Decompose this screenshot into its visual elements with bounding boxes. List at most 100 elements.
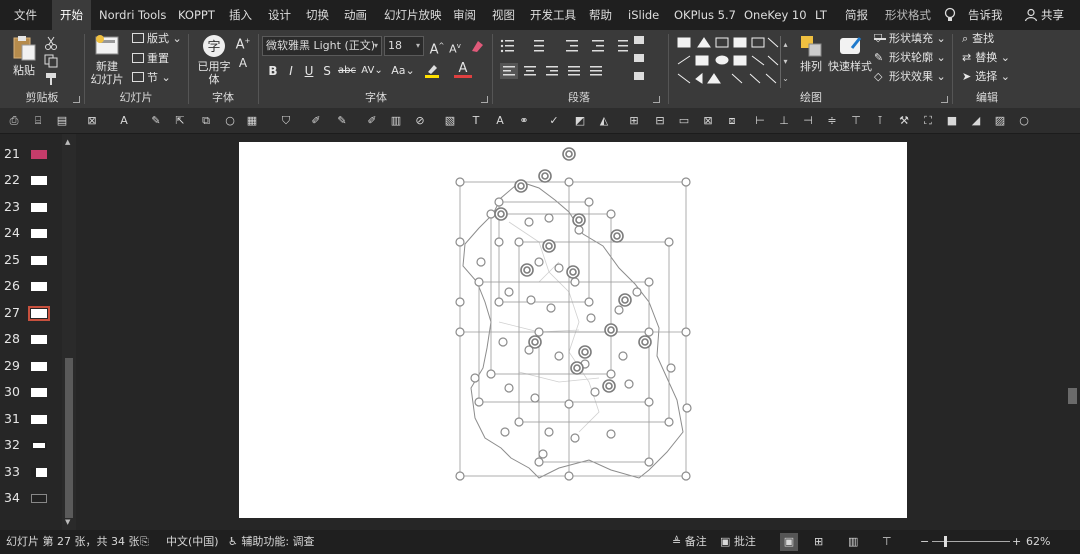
accessibility-button[interactable]: ♿ 辅助功能: 调查 <box>228 530 315 554</box>
zoom-out-icon[interactable]: − <box>920 530 929 554</box>
tab-insert[interactable]: 插入 <box>229 0 252 30</box>
change-case-button[interactable]: Aa⌄ <box>390 62 416 80</box>
tab-file[interactable]: 文件 <box>14 0 37 30</box>
tab-okplus[interactable]: OKPlus 5.7 <box>674 0 736 30</box>
tab-onekey[interactable]: OneKey 10 <box>744 0 807 30</box>
slide-sorter-icon[interactable]: ⊞ <box>814 530 823 554</box>
share-button[interactable]: 共享 <box>1041 0 1064 30</box>
align-middle-icon[interactable]: ≑ <box>824 113 840 129</box>
tab-view[interactable]: 视图 <box>492 0 515 30</box>
underline-button[interactable]: U <box>300 62 318 80</box>
tab-slideshow[interactable]: 幻灯片放映 <box>384 0 442 30</box>
paste-format-icon[interactable]: ⧈ <box>724 113 740 129</box>
thumbnail-item[interactable]: 26 <box>0 274 62 300</box>
rotate-icon[interactable]: ◭ <box>596 113 612 129</box>
thumbnail-item[interactable]: 34 <box>0 486 62 512</box>
tab-review[interactable]: 审阅 <box>453 0 476 30</box>
distribute-icon[interactable]: ⊟ <box>652 113 668 129</box>
outline-icon[interactable]: ✎ <box>334 113 350 129</box>
tab-design[interactable]: 设计 <box>268 0 291 30</box>
align-icon[interactable]: ⊞ <box>626 113 642 129</box>
brush-icon[interactable]: ✓ <box>546 113 562 129</box>
text-icon[interactable]: T <box>468 113 484 129</box>
map-shapes[interactable] <box>239 142 907 518</box>
spellcheck-icon[interactable]: ⎘ <box>140 530 149 554</box>
magic-icon[interactable]: ⚒ <box>896 113 912 129</box>
replace-button[interactable]: ⇄ 替换 ⌄ <box>962 49 1010 67</box>
drawing-launcher-icon[interactable] <box>941 96 948 103</box>
arrange-button[interactable]: 排列 <box>794 34 828 73</box>
quick-styles-button[interactable]: 快速样式 <box>826 34 874 73</box>
outline-eyedropper-icon[interactable]: ✐ <box>364 113 380 129</box>
layout-button[interactable]: 版式 ⌄ <box>132 30 182 48</box>
ellipse-icon[interactable]: ○ <box>1016 113 1032 129</box>
cut-icon[interactable] <box>44 36 58 50</box>
italic-button[interactable]: I <box>282 62 300 80</box>
align-top-icon[interactable]: ⊺ <box>872 113 888 129</box>
scroll-down-icon[interactable]: ▼ <box>65 518 70 526</box>
rotation-handles[interactable] <box>494 147 652 393</box>
close-box-icon[interactable]: ⊠ <box>700 113 716 129</box>
tab-nordri-tools[interactable]: Nordri Tools <box>99 0 166 30</box>
notes-button[interactable]: ≜ 备注 <box>672 530 707 554</box>
font-name-combobox[interactable]: 微软雅黑 Light (正文) ▾ <box>262 36 382 56</box>
shape-style-icon[interactable]: ⊘ <box>412 113 428 129</box>
thumbnail-item[interactable]: 23 <box>0 195 62 221</box>
select-button[interactable]: ➤ 选择 ⌄ <box>962 68 1010 86</box>
circle-icon[interactable]: ○ <box>222 113 238 129</box>
shrink-font-icon[interactable]: A <box>234 54 252 72</box>
tell-me-search[interactable]: 告诉我 <box>968 0 1003 30</box>
eyedropper-icon[interactable]: ✎ <box>148 113 164 129</box>
format-painter-icon[interactable] <box>44 72 58 86</box>
font-color-button[interactable]: A <box>454 61 472 78</box>
tab-koppt[interactable]: KOPPT <box>178 0 215 30</box>
thumbnail-item[interactable]: 25 <box>0 248 62 274</box>
union-icon[interactable]: ⧉ <box>198 113 214 129</box>
font-color-icon[interactable]: A <box>116 113 132 129</box>
font-launcher-icon[interactable] <box>481 96 488 103</box>
tab-shape-format[interactable]: 形状格式 <box>885 0 931 30</box>
thumbnail-item-selected[interactable]: 27 <box>0 301 62 327</box>
align-center-shapes-icon[interactable]: ⊥ <box>776 113 792 129</box>
thumbnail-item[interactable]: 22 <box>0 168 62 194</box>
slide-canvas[interactable] <box>239 142 907 518</box>
increase-font-size-icon[interactable]: A^ <box>428 37 446 57</box>
tab-transitions[interactable]: 切换 <box>306 0 329 30</box>
align-bottom-icon[interactable]: ⊤ <box>848 113 864 129</box>
align-right-shapes-icon[interactable]: ⊣ <box>800 113 816 129</box>
scrollbar-thumb[interactable] <box>1068 388 1077 404</box>
alignment-icons[interactable] <box>500 63 620 79</box>
text-effects-icon[interactable]: A <box>492 113 508 129</box>
zoom-slider-knob[interactable] <box>944 536 947 547</box>
shape-fill-button[interactable]: ⛉ 形状填充 ⌄ <box>874 30 946 48</box>
textbox-icon[interactable]: ▤ <box>54 113 70 129</box>
tab-lt[interactable]: LT <box>815 0 827 30</box>
strikethrough-button[interactable]: abc <box>336 62 358 80</box>
used-fonts-button[interactable]: 字 已用字 体 <box>196 34 232 86</box>
align-left-shapes-icon[interactable]: ⊢ <box>752 113 768 129</box>
text-direction-icons[interactable] <box>630 34 650 84</box>
paste-button[interactable]: 粘贴 <box>8 34 40 77</box>
eyedropper-fill-icon[interactable]: ✐ <box>308 113 324 129</box>
fill-icon[interactable]: ⛉ <box>278 113 294 129</box>
chart-icon[interactable]: ▥ <box>388 113 404 129</box>
triangle-icon[interactable]: ◢ <box>968 113 984 129</box>
shape-effects-button[interactable]: ◇ 形状效果 ⌄ <box>874 68 946 86</box>
tab-developer[interactable]: 开发工具 <box>530 0 576 30</box>
language-indicator[interactable]: 中文(中国) <box>166 530 219 554</box>
tab-jianbao[interactable]: 简报 <box>845 0 868 30</box>
slideshow-icon[interactable]: ⊤ <box>882 530 892 554</box>
bold-button[interactable]: B <box>264 62 282 80</box>
tab-home[interactable]: 开始 <box>52 0 91 30</box>
reading-view-icon[interactable]: ▥ <box>848 530 858 554</box>
thumbnail-item[interactable]: 31 <box>0 407 62 433</box>
tab-animations[interactable]: 动画 <box>344 0 367 30</box>
thumbnail-item[interactable]: 33 <box>0 460 62 486</box>
zoom-in-icon[interactable]: + <box>1012 530 1021 554</box>
find-button[interactable]: ⌕ 查找 <box>962 30 994 48</box>
reset-button[interactable]: 重置 <box>132 50 169 68</box>
crop-icon[interactable]: ⊠ <box>84 113 100 129</box>
thumbnail-item[interactable]: 21 <box>0 142 62 168</box>
character-spacing-button[interactable]: AV⌄ <box>360 62 384 80</box>
section-button[interactable]: 节 ⌄ <box>132 69 171 87</box>
